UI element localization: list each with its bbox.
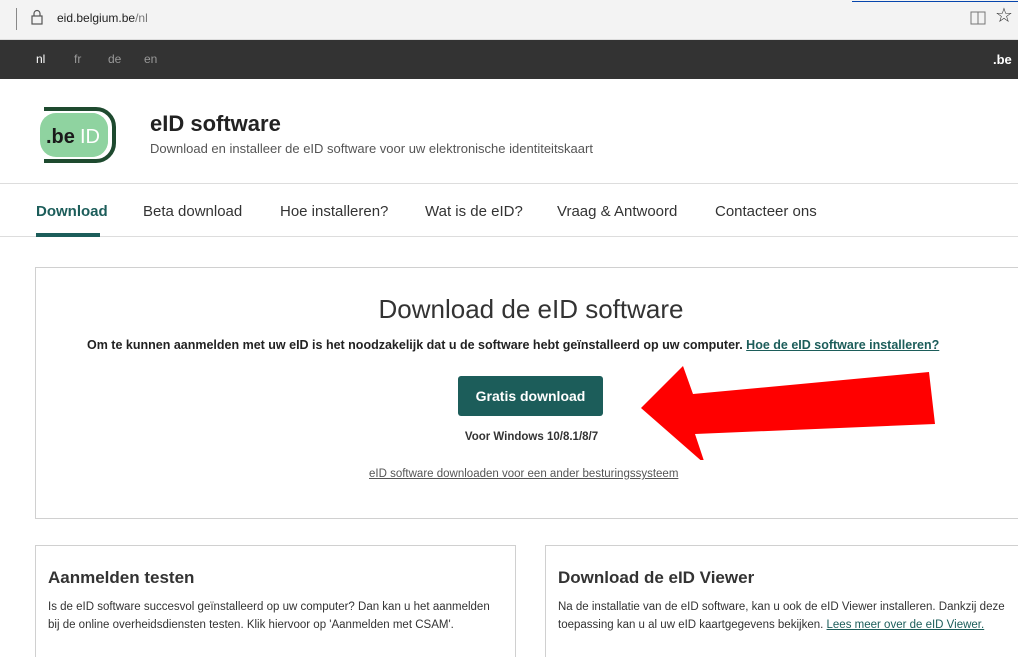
nav-wat-is-de-eid[interactable]: Wat is de eID? bbox=[425, 203, 523, 220]
url-domain: eid.belgium.be bbox=[57, 11, 136, 25]
logo-be-text: .be bbox=[46, 126, 75, 148]
corner-link-fragment bbox=[852, 0, 1018, 2]
eid-viewer-more-link[interactable]: Lees meer over de eID Viewer. bbox=[827, 619, 985, 631]
lang-de[interactable]: de bbox=[108, 52, 121, 66]
nav-active-indicator bbox=[36, 233, 100, 237]
address-separator bbox=[16, 8, 17, 30]
nav-download[interactable]: Download bbox=[36, 203, 108, 220]
site-subtitle: Download en installeer de eID software v… bbox=[150, 141, 593, 156]
nav-divider bbox=[0, 236, 1018, 237]
red-arrow-annotation bbox=[641, 366, 935, 460]
card-eid-viewer-title: Download de eID Viewer bbox=[558, 568, 755, 587]
url-field[interactable]: eid.belgium.be/nl bbox=[57, 11, 148, 25]
download-title: Download de eID software bbox=[378, 294, 684, 324]
nav-hoe-installeren[interactable]: Hoe installeren? bbox=[280, 203, 388, 220]
card-login-test-text: Is de eID software succesvol geïnstallee… bbox=[48, 601, 490, 631]
nav-vraag-antwoord[interactable]: Vraag & Antwoord bbox=[557, 203, 677, 220]
language-bar: nl fr de en .be bbox=[0, 40, 1018, 79]
download-description-text: Om te kunnen aanmelden met uw eID is het… bbox=[87, 338, 743, 352]
nav-contacteer-ons[interactable]: Contacteer ons bbox=[715, 203, 817, 220]
card-eid-viewer-text: Na de installatie van de eID software, k… bbox=[558, 598, 1008, 634]
favorite-star-icon[interactable]: ☆ bbox=[995, 6, 1013, 26]
be-portal-link[interactable]: .be bbox=[993, 52, 1012, 67]
header-divider bbox=[0, 183, 1018, 184]
lang-en[interactable]: en bbox=[144, 52, 157, 66]
os-requirement-label: Voor Windows 10/8.1/8/7 bbox=[464, 431, 599, 443]
url-path: /nl bbox=[135, 11, 148, 25]
beid-logo[interactable]: .be ID bbox=[36, 107, 116, 163]
other-os-download-link[interactable]: eID software downloaden voor een ander b… bbox=[369, 468, 678, 480]
lang-fr[interactable]: fr bbox=[74, 52, 81, 66]
card-login-test-title: Aanmelden testen bbox=[48, 568, 195, 587]
logo-id-text: ID bbox=[80, 126, 100, 148]
nav-beta-download[interactable]: Beta download bbox=[143, 203, 242, 220]
reading-view-icon[interactable] bbox=[970, 10, 986, 26]
install-howto-link[interactable]: Hoe de eID software installeren? bbox=[746, 338, 939, 352]
download-description: Om te kunnen aanmelden met uw eID is het… bbox=[87, 338, 939, 352]
browser-address-bar: eid.belgium.be/nl ☆ bbox=[0, 0, 1018, 40]
lang-nl[interactable]: nl bbox=[36, 52, 45, 66]
lock-icon bbox=[31, 9, 43, 25]
site-title: eID software bbox=[150, 111, 281, 136]
free-download-button[interactable]: Gratis download bbox=[458, 376, 603, 416]
